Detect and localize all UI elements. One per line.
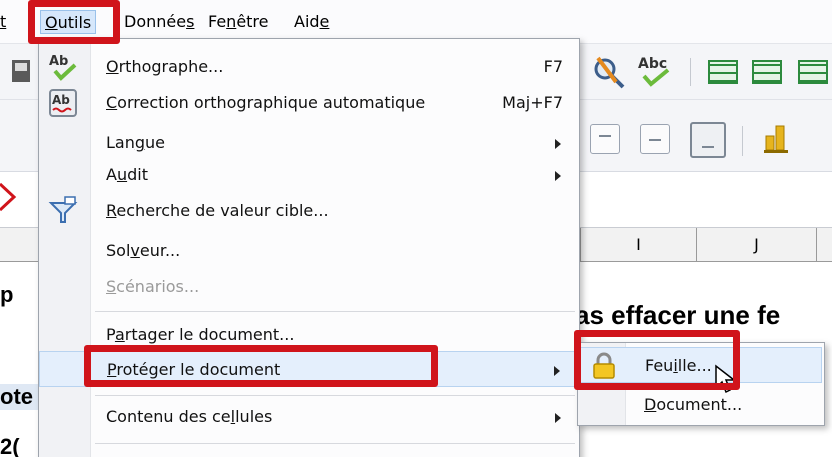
submenu-arrow-icon bbox=[555, 171, 561, 181]
menu-separator bbox=[95, 395, 575, 396]
insert-columns-icon[interactable] bbox=[752, 60, 782, 84]
column-header-k[interactable] bbox=[816, 228, 832, 262]
cell-text-fragment: p bbox=[0, 282, 14, 307]
toolbar-separator bbox=[690, 58, 691, 86]
menu-item-contenu-cellules[interactable]: Contenu des cellules bbox=[39, 399, 579, 435]
insert-rows-icon[interactable] bbox=[708, 60, 738, 84]
submenu-arrow-icon bbox=[555, 139, 561, 149]
chevron-right-icon bbox=[0, 182, 17, 212]
menu-item-audit[interactable]: Audit bbox=[39, 157, 579, 193]
annotation-box-feuille bbox=[574, 330, 740, 390]
autospellcheck-icon: Ab bbox=[49, 89, 77, 117]
menu-affichage[interactable]: t bbox=[0, 10, 6, 34]
align-top-button[interactable] bbox=[590, 124, 620, 154]
svg-text:Ab: Ab bbox=[49, 54, 68, 69]
menu-separator bbox=[95, 443, 575, 444]
svg-text:Abc: Abc bbox=[638, 56, 667, 72]
menu-item-solveur[interactable]: Solveur... bbox=[39, 233, 579, 269]
find-replace-icon[interactable] bbox=[590, 54, 626, 90]
annotation-box-outils bbox=[28, 0, 120, 44]
column-header-j[interactable]: J bbox=[696, 228, 816, 262]
column-header-i[interactable]: I bbox=[580, 228, 696, 262]
spelling-toolbar-icon[interactable]: Abc bbox=[636, 54, 676, 90]
menu-separator bbox=[95, 311, 575, 312]
spellcheck-icon: Ab bbox=[49, 54, 77, 81]
menu-item-recherche-valeur-cible[interactable]: Recherche de valeur cible... bbox=[39, 193, 579, 229]
annotation-box-proteger bbox=[84, 345, 438, 387]
cell-text-fragment: 2( bbox=[0, 434, 20, 457]
toolbar-separator bbox=[742, 126, 743, 156]
delete-rows-icon[interactable] bbox=[798, 60, 828, 84]
align-bottom-button[interactable] bbox=[690, 122, 726, 158]
outils-dropdown-menu: Ab Orthographe... F7 Ab Correction ortho… bbox=[38, 38, 580, 457]
shortcut-label: F7 bbox=[543, 57, 563, 76]
submenu-item-document[interactable]: Document... bbox=[580, 387, 822, 423]
cell-text-fragment: ote bbox=[0, 384, 41, 410]
print-preview-icon[interactable] bbox=[10, 56, 36, 86]
menu-fenetre[interactable]: Fenêtre bbox=[208, 10, 269, 34]
menu-item-scenarios: Scénarios... bbox=[106, 277, 200, 296]
align-center-vertical-button[interactable] bbox=[640, 124, 670, 154]
goal-seek-icon bbox=[48, 196, 78, 223]
shortcut-label: Maj+F7 bbox=[502, 93, 563, 112]
menu-item-langue[interactable]: Langue bbox=[39, 125, 579, 161]
menu-item-orthographe[interactable]: Ab Orthographe... F7 bbox=[39, 49, 579, 85]
submenu-arrow-icon bbox=[555, 413, 561, 423]
currency-format-icon[interactable] bbox=[762, 124, 790, 156]
menu-item-correction-automatique[interactable]: Ab Correction orthographique automatique… bbox=[39, 85, 579, 121]
sheet-heading-text: as effacer une fe bbox=[575, 300, 781, 330]
svg-text:Ab: Ab bbox=[52, 93, 70, 107]
menu-aide[interactable]: Aide bbox=[294, 10, 329, 34]
menu-donnees[interactable]: Données bbox=[124, 10, 194, 34]
submenu-arrow-icon bbox=[554, 366, 560, 376]
